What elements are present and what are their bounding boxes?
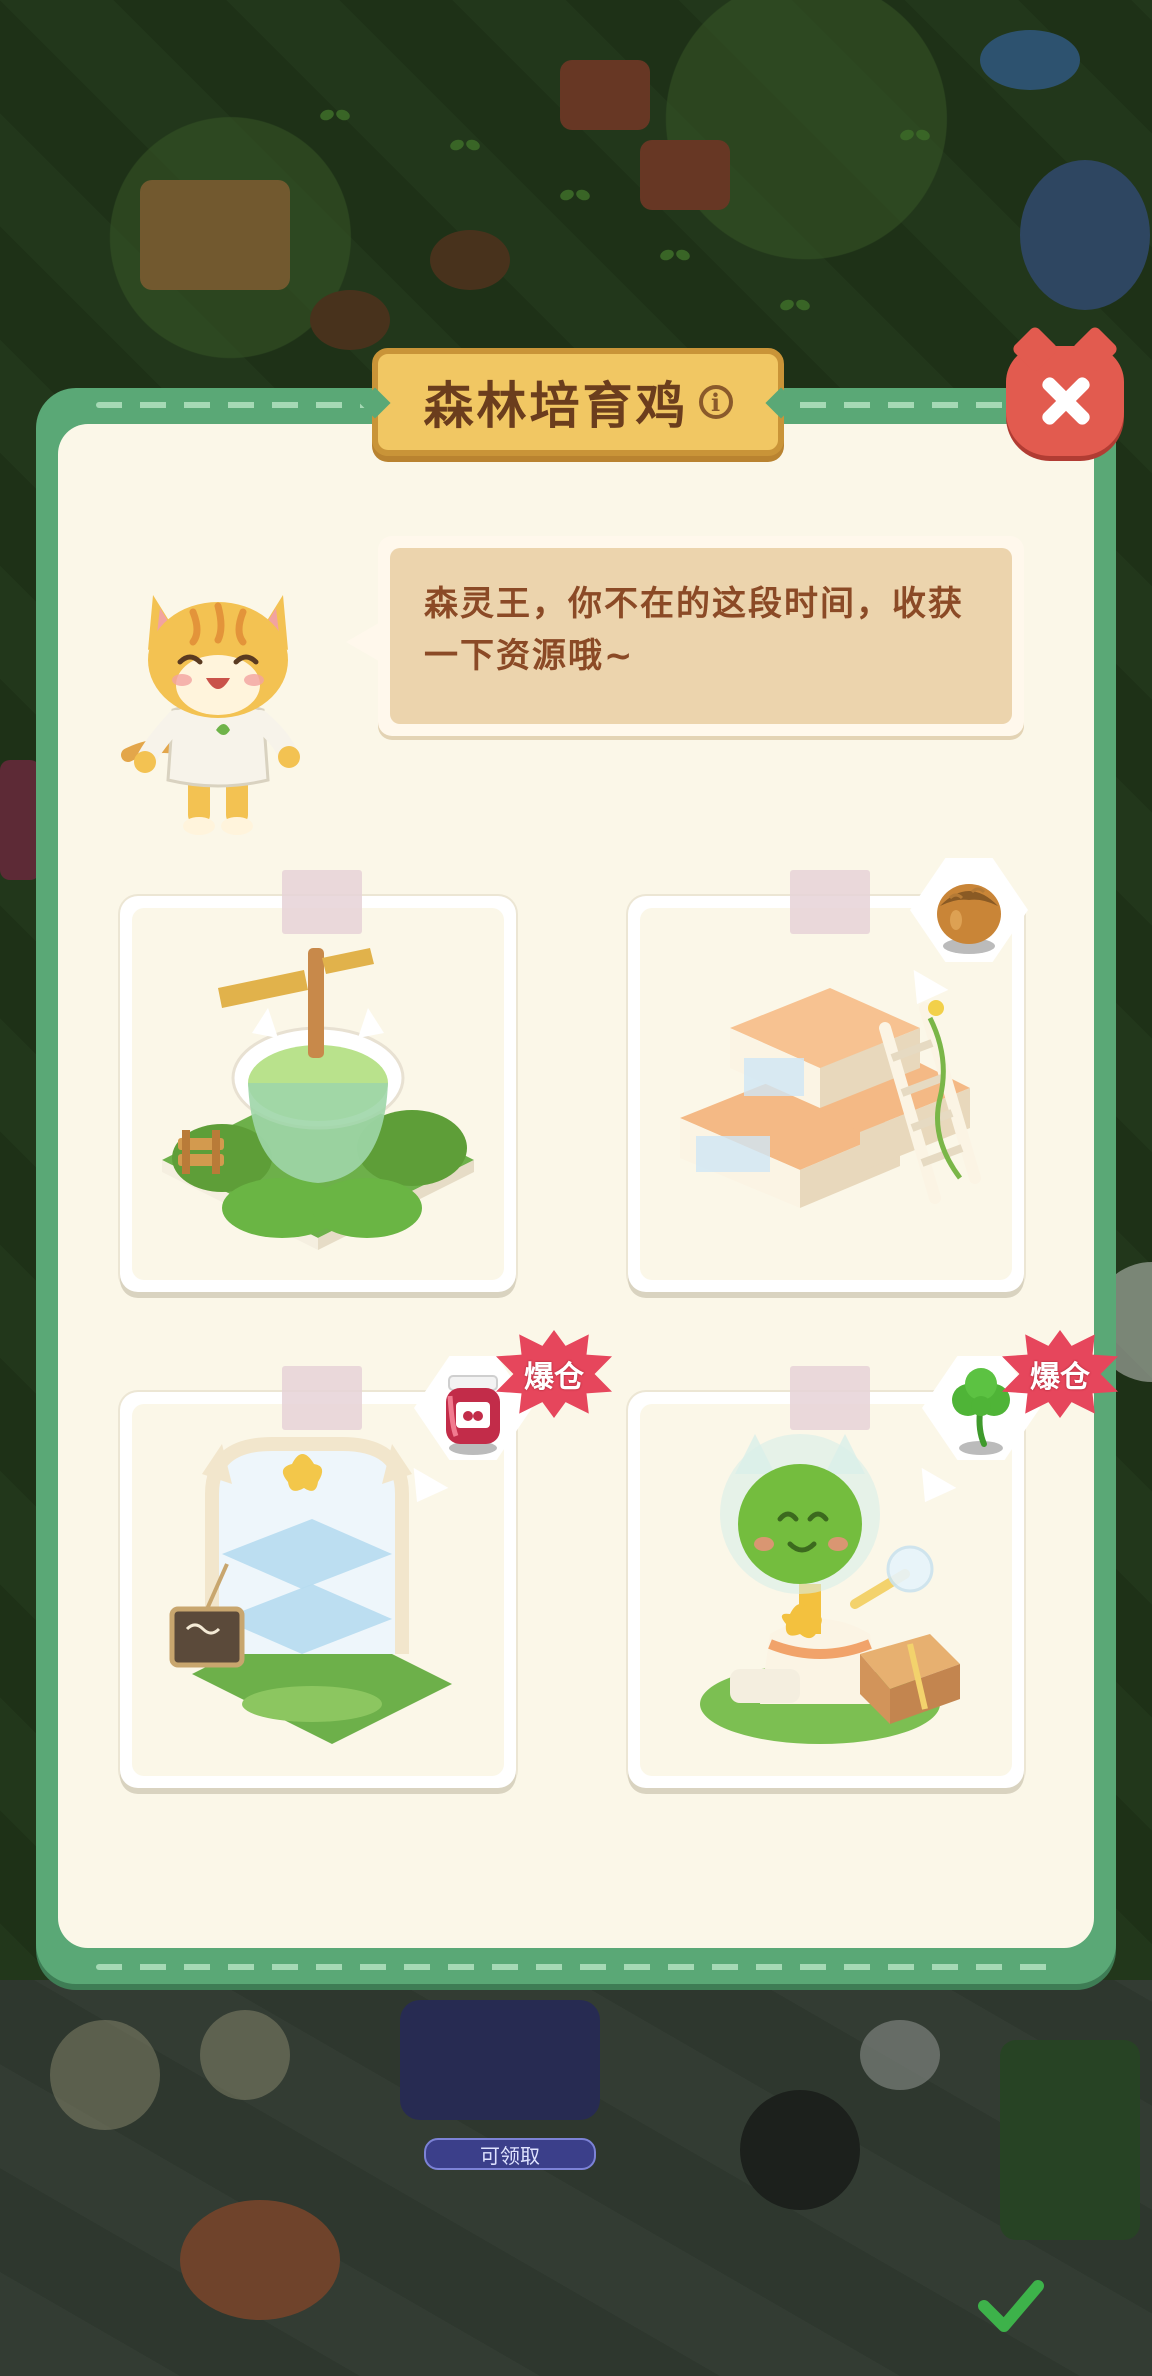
tape-decoration bbox=[790, 870, 870, 934]
frame-dash-bottom bbox=[96, 1964, 1056, 1970]
checkmark-icon[interactable] bbox=[978, 2276, 1044, 2336]
speech-bubble: 森灵王，你不在的这段时间，收获一下资源哦~ bbox=[378, 536, 1024, 736]
claim-available-label[interactable]: 可领取 bbox=[424, 2138, 596, 2170]
info-icon[interactable]: i bbox=[698, 385, 733, 419]
dialog-title: 森林培育鸡 bbox=[423, 377, 689, 435]
storage-crates-building-icon bbox=[680, 988, 981, 1208]
clover-statue-building-icon bbox=[700, 1434, 960, 1744]
cat-mascot-icon bbox=[121, 595, 300, 835]
glass-shelf-building-icon bbox=[169, 1437, 452, 1744]
speech-bubble-inner: 森灵王，你不在的这段时间，收获一下资源哦~ bbox=[390, 548, 1012, 724]
pond-building-icon bbox=[162, 948, 474, 1250]
speech-text: 森灵王，你不在的这段时间，收获一下资源哦~ bbox=[424, 584, 964, 676]
warehouse-full-label: 爆仓 bbox=[524, 1360, 584, 1395]
card-inner bbox=[640, 908, 1012, 1280]
building-card-pond[interactable] bbox=[120, 896, 516, 1292]
card-inner bbox=[132, 908, 504, 1280]
close-icon bbox=[1037, 373, 1093, 429]
tape-decoration bbox=[282, 870, 362, 934]
dialog-title-banner: 森林培育鸡 i bbox=[372, 348, 784, 456]
tape-decoration bbox=[790, 1366, 870, 1430]
card-inner bbox=[132, 1404, 504, 1776]
warehouse-full-label: 爆仓 bbox=[1030, 1360, 1090, 1395]
game-scene: 可领取 森林培育鸡 i 森灵王，你不在的这段时间，收获一下资源哦~ 爆仓 爆仓 bbox=[0, 0, 1152, 2376]
card-inner bbox=[640, 1404, 1012, 1776]
close-button[interactable] bbox=[1006, 346, 1124, 456]
tape-decoration bbox=[282, 1366, 362, 1430]
